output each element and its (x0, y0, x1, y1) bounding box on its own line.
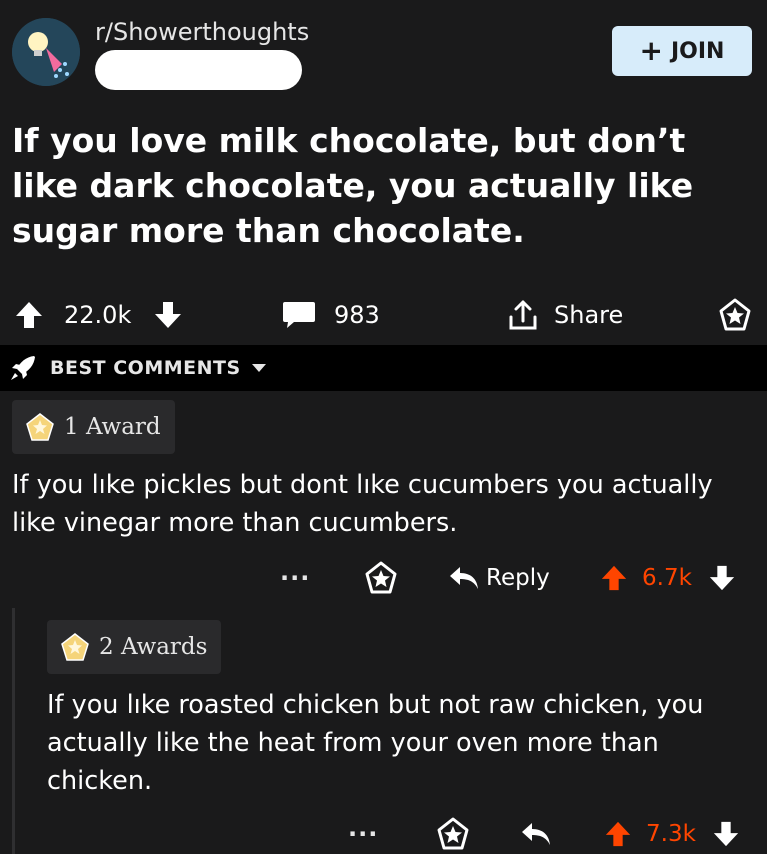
sort-label: BEST COMMENTS (50, 357, 241, 379)
comment-sort-bar[interactable]: BEST COMMENTS (0, 345, 767, 391)
post-award-button[interactable] (718, 290, 752, 340)
share-label: Share (554, 301, 624, 329)
reply-arrow-icon (448, 565, 480, 591)
arrow-up-icon[interactable] (14, 300, 44, 330)
join-button[interactable]: + JOIN (612, 26, 752, 76)
award-star-icon[interactable] (436, 814, 470, 854)
award-count: 1 Award (64, 414, 161, 440)
post-action-bar: 22.0k 983 Share (0, 290, 767, 340)
post-upvote-count: 22.0k (64, 301, 132, 329)
award-icon (26, 413, 54, 441)
comment-award-chip[interactable]: 1 Award (12, 400, 175, 454)
plus-icon: + (639, 34, 663, 67)
comment-score: 7.3k (646, 821, 696, 847)
award-count: 2 Awards (99, 634, 208, 660)
arrow-up-icon[interactable] (604, 820, 632, 848)
caret-down-icon (251, 363, 267, 373)
subreddit-name[interactable]: r/Showerthoughts (95, 18, 309, 46)
arrow-up-icon[interactable] (600, 564, 628, 592)
comment-actions: ··· 7.3k (0, 814, 767, 854)
subreddit-avatar-icon[interactable] (12, 18, 80, 86)
comment-vote-group: 6.7k (600, 558, 736, 598)
vote-group: 22.0k (14, 290, 183, 340)
comment-actions: ··· Reply 6.7k (0, 558, 767, 598)
comments-button[interactable]: 983 (282, 290, 380, 340)
comment-vote-group: 7.3k (604, 814, 740, 854)
reply-button[interactable]: Reply (448, 558, 550, 598)
more-options-icon[interactable]: ··· (348, 814, 378, 854)
comments-count: 983 (334, 301, 380, 329)
arrow-down-icon[interactable] (708, 564, 736, 592)
reply-label: Reply (486, 565, 550, 591)
reply-arrow-icon[interactable] (520, 814, 552, 854)
post-title[interactable]: If you love milk chocolate, but don’t li… (12, 118, 752, 253)
redacted-username (95, 50, 302, 90)
join-label: JOIN (670, 38, 725, 64)
comment-score: 6.7k (642, 565, 692, 591)
comment-award-chip[interactable]: 2 Awards (47, 620, 222, 674)
comment-body: If you lıke roasted chicken but not raw … (47, 690, 704, 796)
share-arrow-icon (508, 299, 538, 331)
speech-bubble-icon (282, 300, 316, 330)
share-button[interactable]: Share (508, 290, 623, 340)
arrow-down-icon[interactable] (153, 300, 183, 330)
rocket-icon (8, 353, 38, 383)
award-icon (61, 633, 89, 661)
more-options-icon[interactable]: ··· (280, 558, 310, 598)
award-star-icon (718, 298, 752, 332)
award-star-icon[interactable] (364, 558, 398, 598)
post-header: r/Showerthoughts + JOIN (0, 0, 767, 100)
arrow-down-icon[interactable] (712, 820, 740, 848)
comment-body: If you lıke pickles but dont lıke cucumb… (12, 470, 713, 538)
